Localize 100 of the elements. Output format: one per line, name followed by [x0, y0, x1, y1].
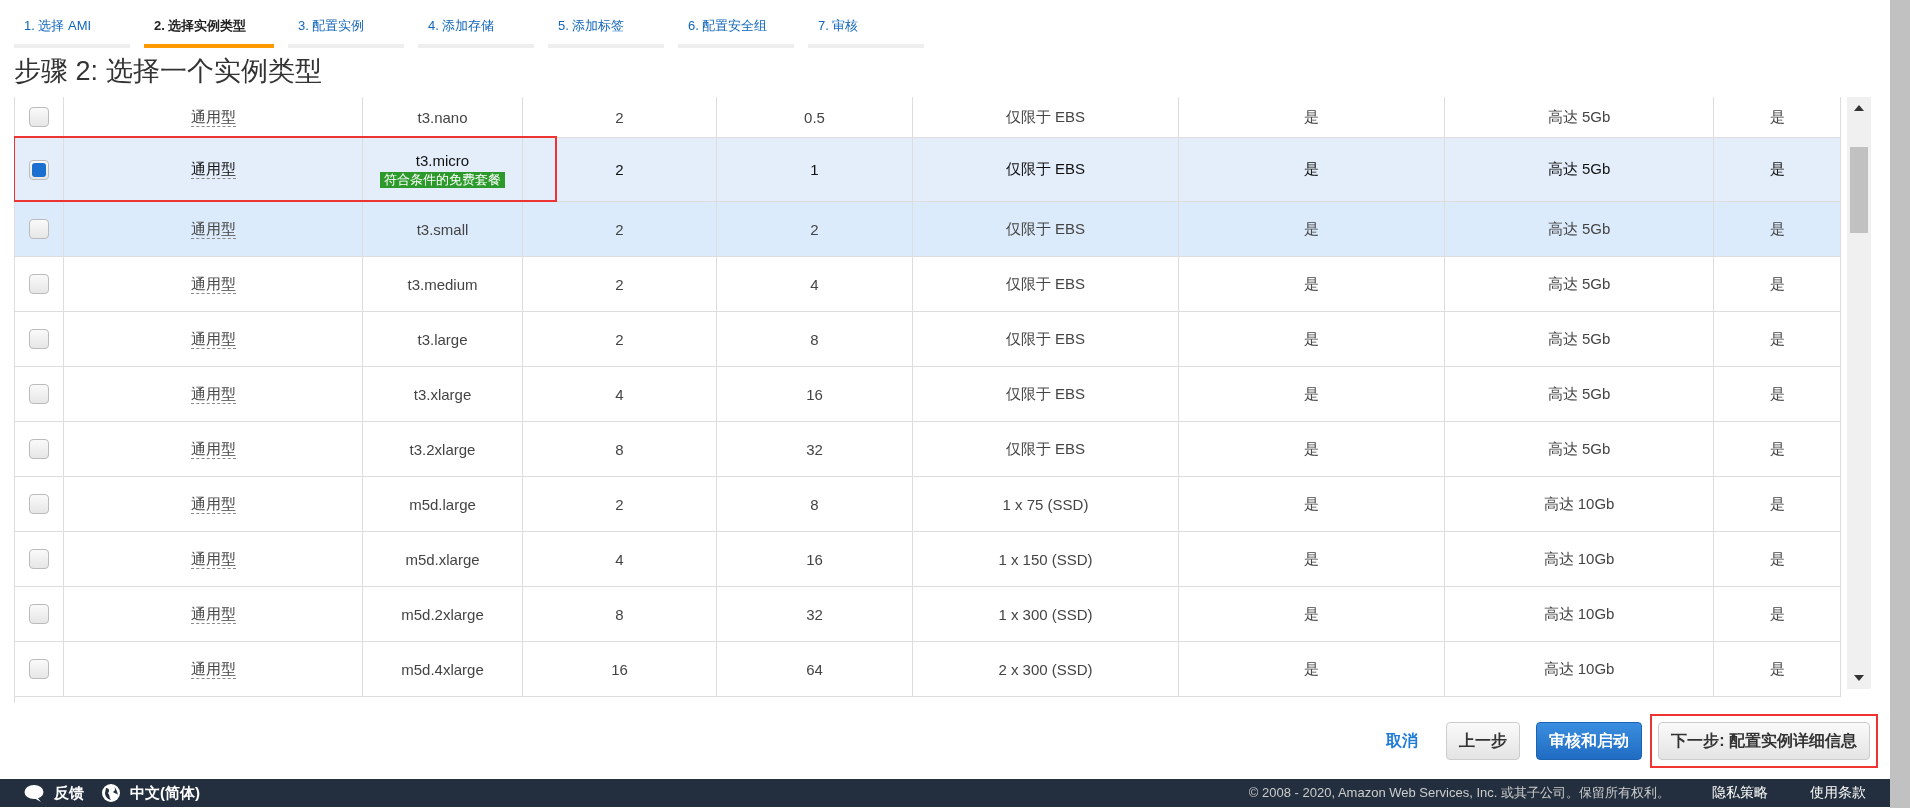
table-row[interactable]: 通用型 t3.small 2 2 仅限于 EBS 是 高达 5Gb 是	[15, 202, 1841, 257]
table-cell: 是	[1304, 160, 1319, 179]
table-cell: 2	[615, 495, 624, 513]
table-cell: 高达 5Gb	[1547, 160, 1611, 179]
table-row[interactable]: 通用型 t3.micro 符合条件的免费套餐 2 1 仅限于 EBS 是 高达 5Gb 是	[15, 138, 1841, 202]
instance-type: m5d.large	[409, 495, 476, 513]
checkbox[interactable]	[29, 549, 49, 569]
instance-family[interactable]: 通用型	[190, 274, 236, 294]
table-cell: 是	[1769, 549, 1785, 569]
table-row[interactable]: 通用型 t3.xlarge 4 16 仅限于 EBS 是 高达 5Gb 是	[15, 367, 1841, 422]
table-cell: 0.5	[804, 108, 825, 126]
wizard-step-tab[interactable]: 6. 配置安全组	[678, 10, 794, 48]
table-cell: 8	[810, 495, 819, 513]
table-row[interactable]: 通用型 t3.large 2 8 仅限于 EBS 是 高达 5Gb 是	[15, 312, 1841, 367]
checkbox[interactable]	[29, 604, 49, 624]
wizard-step-tab[interactable]: 1. 选择 AMI	[14, 10, 130, 48]
feedback-link[interactable]: 反馈	[54, 783, 84, 803]
table-cell: 32	[806, 440, 823, 458]
instance-type: t3.nano	[417, 108, 468, 126]
instance-family[interactable]: 通用型	[190, 384, 236, 404]
action-button[interactable]: 审核和启动	[1536, 722, 1643, 760]
table-cell: 1	[810, 161, 819, 178]
footer-link[interactable]: 使用条款	[1810, 784, 1866, 802]
action-button[interactable]: 下一步: 配置实例详细信息	[1658, 722, 1870, 760]
instance-family[interactable]: 通用型	[190, 604, 236, 624]
table-cell: 是	[1769, 107, 1785, 127]
table-cell: 是	[1769, 384, 1785, 404]
instance-family[interactable]: 通用型	[190, 107, 236, 127]
table-cell: 高达 5Gb	[1547, 384, 1611, 404]
table-cell: 是	[1769, 160, 1785, 179]
speech-bubble-icon[interactable]	[24, 784, 44, 802]
free-tier-badge: 符合条件的免费套餐	[380, 171, 505, 188]
table-cell: 是	[1304, 549, 1319, 569]
wizard-step-tab[interactable]: 3. 配置实例	[288, 10, 404, 48]
table-cell: 1 x 300 (SSD)	[998, 605, 1093, 623]
table-cell: 4	[615, 550, 624, 568]
instance-family[interactable]: 通用型	[190, 219, 236, 239]
instance-family[interactable]: 通用型	[190, 659, 236, 679]
scroll-thumb[interactable]	[1850, 147, 1868, 233]
table-row[interactable]: 通用型 m5d.4xlarge 16 64 2 x 300 (SSD) 是 高达 10Gb 是	[15, 642, 1841, 697]
table-cell: 16	[611, 660, 628, 678]
checkbox[interactable]	[29, 107, 49, 127]
checkbox[interactable]	[29, 384, 49, 404]
table-cell: 仅限于 EBS	[1005, 439, 1086, 459]
wizard-step-tab[interactable]: 5. 添加标签	[548, 10, 664, 48]
instance-type: t3.xlarge	[413, 385, 472, 403]
checkbox[interactable]	[29, 219, 49, 239]
table-row[interactable]: 通用型 t3.medium 2 4 仅限于 EBS 是 高达 5Gb 是	[15, 257, 1841, 312]
instance-family[interactable]: 通用型	[190, 439, 236, 459]
table-cell: 是	[1304, 659, 1319, 679]
checkbox[interactable]	[29, 494, 49, 514]
table-cell: 是	[1769, 439, 1785, 459]
table-cell: 是	[1769, 219, 1785, 239]
action-button[interactable]: 上一步	[1446, 722, 1521, 760]
globe-icon[interactable]	[102, 784, 120, 802]
instance-family[interactable]: 通用型	[190, 494, 236, 514]
checkbox[interactable]	[29, 659, 49, 679]
page-heading: 步骤 2: 选择一个实例类型	[13, 55, 323, 88]
table-cell: 是	[1769, 659, 1785, 679]
table-cell: 16	[806, 385, 823, 403]
instance-family[interactable]: 通用型	[190, 160, 236, 179]
table-cell: 2	[615, 275, 624, 293]
table-row[interactable]: 通用型 m5d.xlarge 4 16 1 x 150 (SSD) 是 高达 10Gb 是	[15, 532, 1841, 587]
instance-family[interactable]: 通用型	[190, 549, 236, 569]
table-cell: 2	[615, 220, 624, 238]
checkbox[interactable]	[29, 274, 49, 294]
copyright-text: © 2008 - 2020, Amazon Web Services, Inc. 或其子公司。保留所有权利。	[1248, 784, 1670, 802]
table-cell: 是	[1304, 494, 1319, 514]
table-cell: 仅限于 EBS	[1005, 160, 1086, 179]
cancel-link[interactable]: 取消	[1374, 722, 1431, 760]
table-cell: 16	[806, 550, 823, 568]
page-scrollbar[interactable]	[1890, 0, 1910, 808]
wizard-step-tab[interactable]: 4. 添加存储	[418, 10, 534, 48]
table-scrollbar[interactable]	[1847, 97, 1871, 689]
wizard-step-tab[interactable]: 2. 选择实例类型	[144, 10, 274, 48]
instance-type: t3.small	[416, 220, 469, 238]
table-cell: 是	[1769, 604, 1785, 624]
table-cell: 仅限于 EBS	[1005, 107, 1086, 127]
checkbox[interactable]	[29, 329, 49, 349]
instance-family[interactable]: 通用型	[190, 329, 236, 349]
scroll-down-icon[interactable]	[1854, 675, 1864, 681]
table-cell: 仅限于 EBS	[1005, 219, 1086, 239]
table-cell: 2 x 300 (SSD)	[998, 660, 1093, 678]
table-cell: 是	[1769, 329, 1785, 349]
table-cell: 高达 5Gb	[1547, 219, 1611, 239]
checkbox[interactable]	[29, 159, 49, 180]
checkbox[interactable]	[29, 439, 49, 459]
wizard-step-tab[interactable]: 7. 审核	[808, 10, 924, 48]
table-row[interactable]: 通用型 m5d.large 2 8 1 x 75 (SSD) 是 高达 10Gb 是	[15, 477, 1841, 532]
table-row[interactable]: 通用型 m5d.2xlarge 8 32 1 x 300 (SSD) 是 高达 10Gb 是	[15, 587, 1841, 642]
table-row[interactable]: 通用型 t3.2xlarge 8 32 仅限于 EBS 是 高达 5Gb 是	[15, 422, 1841, 477]
table-cell: 1 x 75 (SSD)	[1002, 495, 1089, 513]
table-cell: 64	[806, 660, 823, 678]
table-cell: 高达 10Gb	[1543, 659, 1615, 679]
instance-type: t3.large	[417, 330, 468, 348]
table-cell: 是	[1304, 329, 1319, 349]
table-cell: 高达 5Gb	[1547, 107, 1611, 127]
scroll-up-icon[interactable]	[1854, 105, 1864, 111]
footer-link[interactable]: 隐私策略	[1712, 784, 1768, 802]
language-selector[interactable]: 中文(简体)	[130, 783, 200, 803]
